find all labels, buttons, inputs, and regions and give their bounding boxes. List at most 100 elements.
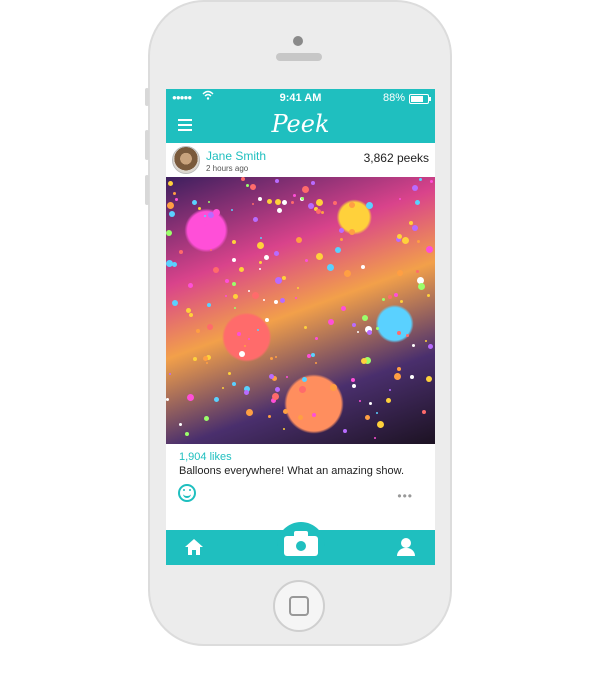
volume-up-button <box>145 130 149 160</box>
balloon-dot <box>269 374 274 379</box>
more-options-icon[interactable]: ••• <box>397 489 413 503</box>
avatar[interactable] <box>172 146 200 174</box>
balloon-dot <box>210 249 212 251</box>
balloon-dot <box>397 234 402 239</box>
balloon-dot <box>268 415 271 418</box>
balloon-dot <box>343 429 347 433</box>
balloon-dot <box>234 307 236 309</box>
balloon-dot <box>335 247 341 253</box>
camera-icon[interactable] <box>284 531 318 557</box>
balloon-dot <box>362 315 368 321</box>
balloon-dot <box>374 437 376 439</box>
balloon-dot <box>259 268 261 270</box>
tab-bar <box>166 522 435 565</box>
balloon-dot <box>321 211 324 214</box>
battery-icon <box>409 94 431 104</box>
smile-icon[interactable] <box>178 484 196 502</box>
balloon-dot <box>172 300 178 306</box>
balloon-dot <box>376 327 379 330</box>
balloon-dot <box>252 292 259 299</box>
balloon-dot <box>399 198 401 200</box>
balloon-dot <box>248 338 250 340</box>
balloon-dot <box>416 270 419 273</box>
balloon-dot <box>222 387 224 389</box>
balloon-dot <box>233 294 238 299</box>
balloon-dot <box>283 428 285 430</box>
balloon-dot <box>352 384 356 388</box>
balloon-dot <box>418 283 425 290</box>
post-photo[interactable] <box>166 177 435 444</box>
balloon-dot <box>213 209 220 216</box>
balloon-dot <box>340 238 343 241</box>
balloon-dot <box>305 259 308 262</box>
balloon-dot <box>296 237 302 243</box>
balloon-dot <box>311 181 315 185</box>
balloon-dot <box>204 215 206 217</box>
balloon-dot <box>302 377 307 382</box>
home-button[interactable] <box>273 580 325 632</box>
balloon-dot <box>166 260 173 267</box>
post-timestamp: 2 hours ago <box>206 164 249 173</box>
app-logo: Peek <box>271 110 330 138</box>
balloon-dot <box>316 199 323 206</box>
profile-icon[interactable] <box>397 538 415 556</box>
balloon-dot <box>274 251 279 256</box>
home-icon[interactable] <box>185 539 203 555</box>
balloon-dot <box>402 237 409 244</box>
balloon-dot <box>203 356 208 361</box>
balloon-dot <box>315 362 317 364</box>
balloon-dot <box>241 177 245 181</box>
balloon-dot <box>188 283 193 288</box>
peek-count: 3,862 peeks <box>363 151 429 165</box>
balloon-dot <box>196 329 200 333</box>
balloon-dot <box>333 201 337 205</box>
balloon-dot <box>253 217 258 222</box>
balloon-dot <box>207 324 213 330</box>
balloon-dot <box>367 330 372 335</box>
balloon-dot <box>232 258 236 262</box>
balloon-dot <box>166 398 169 401</box>
balloon-dot <box>291 201 294 204</box>
balloon-dot <box>304 326 307 329</box>
balloon-dot <box>369 402 372 405</box>
balloon-dot <box>361 265 365 269</box>
balloon-dot <box>214 397 219 402</box>
balloon-dot <box>394 293 398 297</box>
balloon-dot <box>307 354 311 358</box>
balloon-dot <box>366 202 373 209</box>
balloon-dot <box>277 208 282 213</box>
balloon-dot <box>426 246 433 253</box>
post-author-name[interactable]: Jane Smith <box>206 149 266 163</box>
balloon-dot <box>189 313 193 317</box>
balloon-dot <box>394 373 401 380</box>
balloon-dot <box>388 295 392 299</box>
post-caption: Balloons everywhere! What an amazing sho… <box>179 465 405 477</box>
home-square-icon <box>289 596 309 616</box>
balloon-dot <box>206 362 208 364</box>
balloon-dot <box>428 344 433 349</box>
balloon-dot <box>232 282 236 286</box>
balloon-dot <box>213 267 219 273</box>
like-count[interactable]: 1,904 likes <box>179 451 232 463</box>
balloon-dot <box>427 294 430 297</box>
balloon-dot <box>293 194 296 197</box>
balloon-dot <box>297 287 299 289</box>
balloon-dot <box>259 261 262 264</box>
balloon-dot <box>308 203 314 209</box>
balloon-dot <box>359 400 361 402</box>
balloon-dot <box>357 331 359 333</box>
balloon-dot <box>167 202 174 209</box>
balloon-dot <box>311 353 315 357</box>
balloon-dot <box>417 240 420 243</box>
app-screen: ●●●●● 9:41 AM 88% Peek Jane Smith 2 hour… <box>166 89 435 565</box>
balloon-dot <box>179 423 182 426</box>
balloon-dot <box>237 332 241 336</box>
balloon-dot <box>202 220 208 226</box>
balloon-dot <box>302 186 309 193</box>
balloon-dot <box>175 198 178 201</box>
balloon-dot <box>422 410 426 414</box>
balloon-dot <box>282 200 287 205</box>
volume-down-button <box>145 175 149 205</box>
balloon-dot <box>327 264 334 271</box>
balloon-dot <box>351 378 355 382</box>
